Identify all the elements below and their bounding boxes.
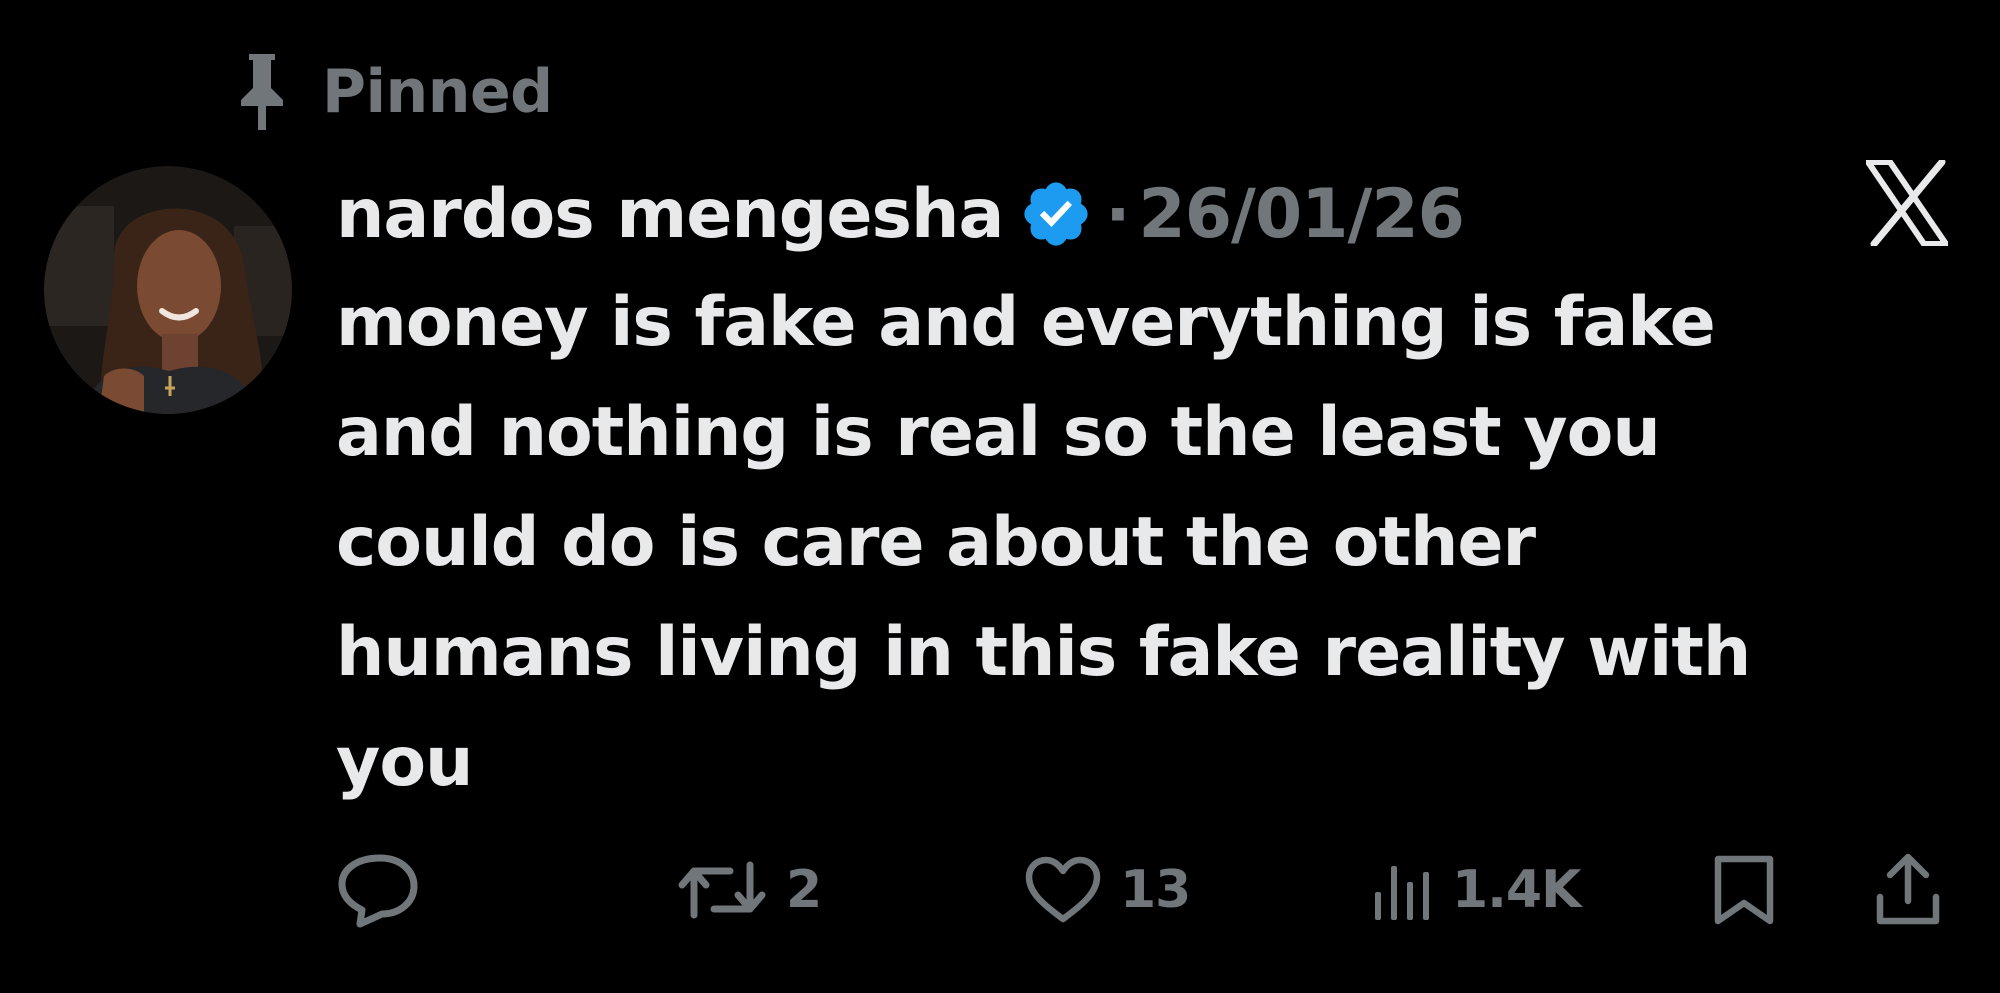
repost-button[interactable]: 2: [676, 850, 822, 930]
views-icon: [1372, 858, 1434, 922]
share-button[interactable]: [1874, 850, 1942, 930]
post-text-line: could do is care about the other: [336, 503, 1536, 582]
date-separator: ·: [1105, 175, 1131, 253]
post-text-line: money is fake and everything is fake: [336, 283, 1716, 362]
reply-icon: [336, 852, 420, 928]
author-display-name[interactable]: nardos mengesha: [336, 175, 1004, 254]
repost-icon: [676, 855, 768, 925]
like-button[interactable]: 13: [1024, 850, 1191, 930]
views-count: 1.4K: [1452, 860, 1581, 920]
repost-count: 2: [786, 860, 822, 920]
views-button[interactable]: 1.4K: [1372, 850, 1581, 930]
post-date[interactable]: 26/01/26: [1138, 175, 1465, 254]
avatar[interactable]: [44, 166, 292, 414]
post-text-line: humans living in this fake reality with: [336, 613, 1751, 692]
pinned-label: Pinned: [322, 57, 553, 127]
bookmark-button[interactable]: [1712, 850, 1776, 930]
post-text-line: you: [336, 723, 473, 802]
heart-icon: [1024, 855, 1102, 925]
bookmark-icon: [1712, 853, 1776, 927]
pin-icon: [232, 52, 292, 132]
post-text-line: and nothing is real so the least you: [336, 393, 1661, 472]
x-logo-icon: [1866, 160, 1948, 246]
reply-button[interactable]: [336, 850, 420, 930]
like-count: 13: [1120, 860, 1191, 920]
post-text: money is fake and everything is fake and…: [336, 268, 1916, 818]
post-header: nardos mengesha · 26/01/26: [336, 164, 1465, 264]
share-icon: [1874, 853, 1942, 927]
pinned-indicator: Pinned: [232, 52, 553, 132]
verified-badge-icon: [1019, 177, 1093, 251]
